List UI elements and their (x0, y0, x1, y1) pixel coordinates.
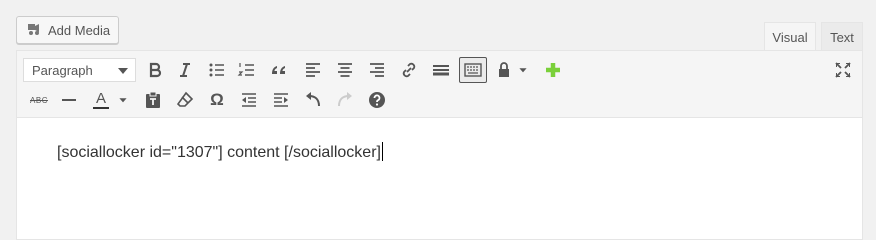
special-character-button[interactable]: Ω (203, 85, 231, 115)
paste-text-button[interactable] (139, 85, 167, 115)
help-icon (369, 92, 385, 108)
paste-text-icon (146, 91, 160, 108)
undo-icon (306, 92, 320, 107)
align-right-icon (370, 63, 384, 77)
strikethrough-icon: ABC (30, 95, 48, 105)
text-color-letter: A (95, 90, 106, 107)
align-right-button[interactable] (363, 55, 391, 85)
link-button[interactable] (395, 55, 423, 85)
add-media-button[interactable]: Add Media (16, 16, 119, 44)
outdent-button[interactable] (235, 85, 263, 115)
blockquote-icon (272, 66, 285, 74)
read-more-icon (433, 65, 449, 76)
numbered-list-button[interactable] (233, 55, 261, 85)
text-color-icon: A (93, 91, 109, 109)
indent-button[interactable] (267, 85, 295, 115)
indent-icon (274, 93, 288, 107)
undo-button[interactable] (299, 85, 327, 115)
add-media-label: Add Media (48, 22, 111, 38)
italic-icon (180, 63, 190, 77)
text-color-button[interactable]: A (87, 85, 115, 115)
align-center-icon (338, 63, 352, 77)
bold-button[interactable] (141, 55, 169, 85)
toolbar-row-2: ABC A Ω (17, 85, 862, 115)
editor-content[interactable]: [sociallocker id="1307"] content [/socia… (17, 118, 862, 186)
lock-button[interactable] (493, 55, 515, 85)
help-button[interactable] (363, 85, 391, 115)
align-center-button[interactable] (331, 55, 359, 85)
link-icon (402, 62, 416, 78)
bullet-list-icon (209, 63, 224, 77)
toolbar-row-1: Paragraph (17, 55, 862, 85)
text-color-dropdown-button[interactable] (117, 85, 129, 115)
format-select-value: Paragraph (32, 62, 93, 78)
redo-button[interactable] (331, 85, 359, 115)
tab-text[interactable]: Text (821, 22, 863, 51)
redo-icon (338, 92, 352, 107)
bold-icon (149, 62, 162, 78)
editor-text: [sociallocker id="1307"] content [/socia… (57, 144, 381, 161)
format-select[interactable]: Paragraph (23, 58, 136, 82)
strikethrough-button[interactable]: ABC (25, 85, 53, 115)
italic-button[interactable] (171, 55, 199, 85)
text-color-bar (93, 107, 109, 109)
chevron-down-icon (118, 68, 128, 74)
align-left-button[interactable] (299, 55, 327, 85)
horizontal-line-icon (62, 99, 76, 101)
clear-formatting-button[interactable] (171, 85, 199, 115)
align-left-icon (306, 63, 320, 77)
plus-button[interactable] (539, 55, 567, 85)
outdent-icon (242, 93, 256, 107)
caret-icon (119, 98, 127, 103)
fullscreen-icon (835, 62, 851, 78)
lock-icon (499, 62, 509, 77)
toolbar-toggle-icon (464, 63, 482, 77)
special-character-icon: Ω (210, 90, 224, 109)
read-more-button[interactable] (427, 55, 455, 85)
fullscreen-button[interactable] (829, 55, 857, 85)
lock-dropdown-button[interactable] (517, 55, 529, 85)
toolbar-toggle-button[interactable] (459, 57, 487, 83)
media-icon (26, 21, 42, 40)
editor: Paragraph ABC A Ω [sociallocker id="1307… (16, 50, 863, 240)
tab-visual[interactable]: Visual (764, 22, 816, 51)
editor-toolbar: Paragraph ABC A Ω (17, 51, 862, 118)
caret-icon (519, 68, 527, 73)
text-cursor (381, 142, 383, 161)
bullet-list-button[interactable] (203, 55, 231, 85)
plus-icon (546, 63, 560, 77)
blockquote-button[interactable] (265, 55, 293, 85)
numbered-list-icon (237, 63, 254, 76)
clear-formatting-icon (176, 91, 194, 107)
horizontal-line-button[interactable] (55, 85, 83, 115)
